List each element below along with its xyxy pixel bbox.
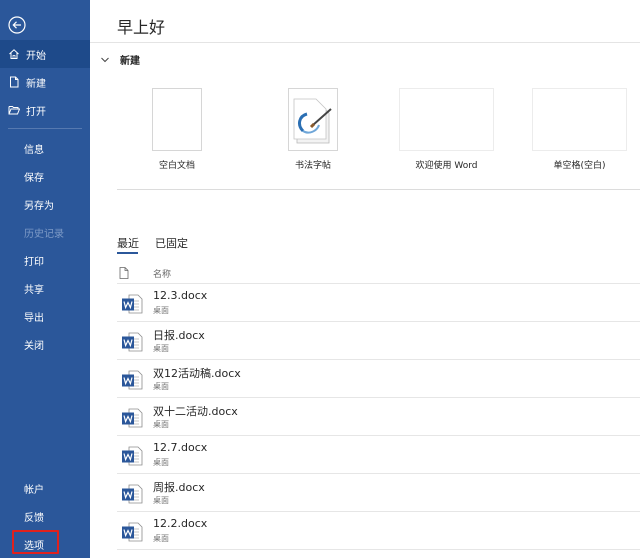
file-icon bbox=[119, 267, 129, 279]
recent-file-row[interactable]: 日报.docx 桌面 bbox=[117, 322, 640, 360]
file-location: 桌面 bbox=[153, 420, 169, 429]
recent-file-row[interactable]: 12.3.docx 桌面 bbox=[117, 284, 640, 322]
file-name: 双十二活动.docx bbox=[153, 405, 238, 418]
file-location: 桌面 bbox=[153, 306, 169, 315]
file-name: 周报.docx bbox=[153, 481, 205, 494]
template-thumbnail bbox=[399, 88, 494, 151]
word-doc-icon bbox=[121, 407, 143, 429]
chevron-down-icon bbox=[100, 54, 112, 66]
home-icon bbox=[8, 48, 20, 60]
recent-file-row[interactable]: 双12活动稿.docx 桌面 bbox=[117, 360, 640, 398]
sidebar-item-account[interactable]: 帐户 bbox=[0, 474, 90, 502]
template-thumbnail bbox=[152, 88, 202, 151]
sidebar-item-share[interactable]: 共享 bbox=[0, 274, 90, 302]
column-header-name: 名称 bbox=[153, 269, 172, 280]
sidebar-item-close[interactable]: 关闭 bbox=[0, 330, 90, 358]
word-doc-icon bbox=[121, 445, 143, 467]
word-doc-icon bbox=[121, 369, 143, 391]
file-name: 双12活动稿.docx bbox=[153, 367, 241, 380]
sidebar-item-label: 另存为 bbox=[24, 200, 54, 212]
active-tab-indicator bbox=[117, 252, 138, 254]
sidebar-item-label: 历史记录 bbox=[24, 228, 64, 240]
sidebar-item-label: 帐户 bbox=[24, 484, 44, 496]
sidebar-item-label: 反馈 bbox=[24, 512, 44, 524]
sidebar-item-export[interactable]: 导出 bbox=[0, 302, 90, 330]
template-label: 单空格(空白) bbox=[553, 161, 606, 171]
file-location: 桌面 bbox=[153, 534, 169, 543]
tab-pinned[interactable]: 已固定 bbox=[155, 235, 188, 251]
template-label: 欢迎使用 Word bbox=[415, 161, 478, 171]
file-location: 桌面 bbox=[153, 458, 169, 467]
sidebar-item-open[interactable]: 打开 bbox=[0, 96, 90, 124]
file-name: 12.7.docx bbox=[153, 441, 208, 454]
sidebar-item-save[interactable]: 保存 bbox=[0, 162, 90, 190]
page-title: 早上好 bbox=[117, 18, 166, 37]
backstage-sidebar: 开始 新建 打开 信息 保存 另存为 历史记录 打印 共享 导出 关闭 帐户 反 bbox=[0, 0, 90, 558]
section-divider bbox=[117, 189, 640, 190]
template-label: 书法字帖 bbox=[294, 161, 331, 171]
file-location: 桌面 bbox=[153, 496, 169, 505]
sidebar-item-label: 保存 bbox=[24, 172, 44, 184]
new-doc-icon bbox=[8, 76, 20, 88]
file-location: 桌面 bbox=[153, 382, 169, 391]
recent-file-row[interactable]: 周报.docx 桌面 bbox=[117, 474, 640, 512]
template-thumbnail bbox=[288, 88, 338, 151]
sidebar-item-label: 打印 bbox=[24, 256, 44, 268]
back-button[interactable] bbox=[6, 14, 28, 36]
header-divider bbox=[90, 42, 640, 43]
recent-file-row[interactable]: 12.7.docx 桌面 bbox=[117, 436, 640, 474]
file-list-header: 名称 bbox=[117, 263, 640, 283]
sidebar-item-print[interactable]: 打印 bbox=[0, 246, 90, 274]
file-location: 桌面 bbox=[153, 344, 169, 353]
sidebar-item-label: 信息 bbox=[24, 144, 44, 156]
word-doc-icon bbox=[121, 483, 143, 505]
file-name: 12.3.docx bbox=[153, 289, 208, 302]
sidebar-item-label: 打开 bbox=[26, 106, 46, 118]
backstage-main: 早上好 新建 空白文档 书法字帖 欢迎使用 Word 单空格(空白) 最近 已固… bbox=[90, 0, 640, 558]
folder-open-icon bbox=[8, 104, 20, 116]
tab-recent[interactable]: 最近 bbox=[117, 235, 139, 251]
new-section-toggle[interactable]: 新建 bbox=[100, 52, 140, 67]
recent-file-row[interactable]: 12.2.docx 桌面 bbox=[117, 512, 640, 550]
sidebar-item-info[interactable]: 信息 bbox=[0, 134, 90, 162]
calligraphy-brush-icon bbox=[293, 98, 332, 144]
file-name: 12.2.docx bbox=[153, 517, 208, 530]
sidebar-item-home[interactable]: 开始 bbox=[0, 40, 90, 68]
file-name: 日报.docx bbox=[153, 329, 205, 342]
word-doc-icon bbox=[121, 293, 143, 315]
sidebar-item-save-as[interactable]: 另存为 bbox=[0, 190, 90, 218]
section-title: 新建 bbox=[120, 56, 140, 67]
sidebar-item-label: 新建 bbox=[26, 78, 46, 90]
options-highlight-box bbox=[12, 530, 59, 554]
word-doc-icon bbox=[121, 331, 143, 353]
sidebar-item-label: 关闭 bbox=[24, 340, 44, 352]
word-doc-icon bbox=[121, 521, 143, 543]
sidebar-divider bbox=[8, 128, 82, 129]
template-label: 空白文档 bbox=[158, 161, 195, 171]
sidebar-item-history: 历史记录 bbox=[0, 218, 90, 246]
back-arrow-icon bbox=[8, 16, 26, 34]
sidebar-item-feedback[interactable]: 反馈 bbox=[0, 502, 90, 530]
recent-file-row[interactable]: 双十二活动.docx 桌面 bbox=[117, 398, 640, 436]
sidebar-item-label: 共享 bbox=[24, 284, 44, 296]
template-thumbnail bbox=[532, 88, 627, 151]
sidebar-item-label: 导出 bbox=[24, 312, 44, 324]
sidebar-item-label: 开始 bbox=[26, 50, 46, 62]
sidebar-item-new[interactable]: 新建 bbox=[0, 68, 90, 96]
